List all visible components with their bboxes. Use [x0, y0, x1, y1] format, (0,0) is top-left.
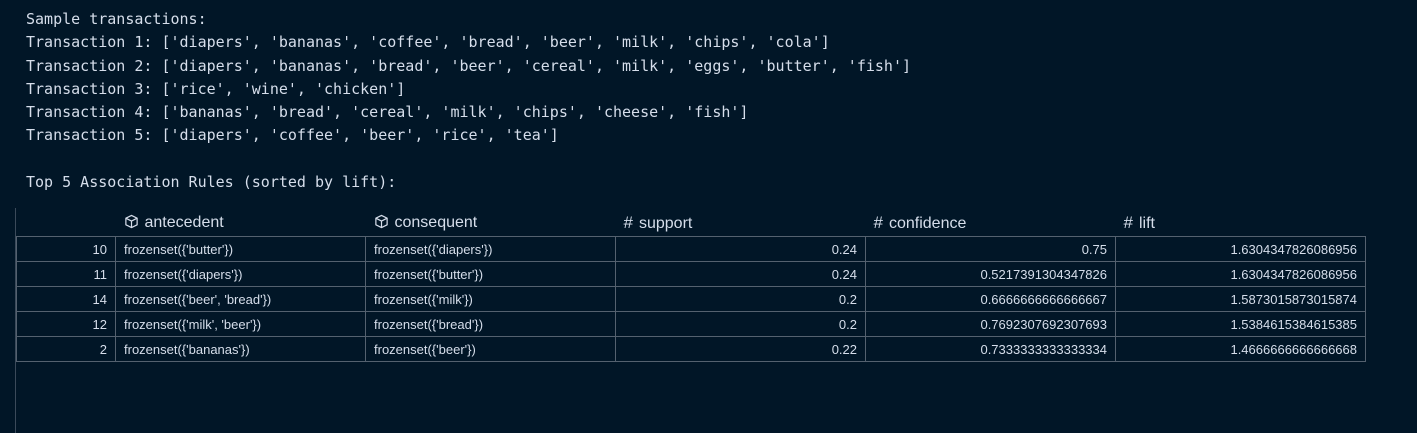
- lift-cell: 1.6304347826086956: [1115, 261, 1366, 287]
- cell-output-text: Sample transactions: Transaction 1: ['dia…: [26, 8, 911, 194]
- confidence-cell: 0.6666666666666667: [865, 286, 1116, 312]
- table-row[interactable]: 12 frozenset({'milk', 'beer'}) frozenset…: [16, 311, 1366, 337]
- transaction-line: Transaction 2: ['diapers', 'bananas', 'b…: [26, 56, 912, 75]
- object-cube-icon: [124, 214, 138, 229]
- column-label: lift: [1138, 215, 1155, 232]
- hash-icon: #: [623, 213, 633, 232]
- row-index: 2: [16, 336, 116, 362]
- lift-cell: 1.4666666666666668: [1115, 336, 1366, 362]
- column-header-confidence[interactable]: # confidence: [866, 210, 1116, 237]
- antecedent-cell: frozenset({'beer', 'bread'}): [115, 286, 366, 312]
- column-label: antecedent: [144, 214, 224, 231]
- confidence-cell: 0.7333333333333334: [865, 336, 1116, 362]
- row-index: 10: [16, 236, 116, 262]
- antecedent-cell: frozenset({'butter'}): [115, 236, 366, 262]
- transaction-line: Transaction 1: ['diapers', 'bananas', 'c…: [26, 33, 830, 52]
- lift-cell: 1.6304347826086956: [1115, 236, 1366, 262]
- consequent-cell: frozenset({'beer'}): [365, 336, 616, 362]
- table-header-row: antecedent consequent # support # confiden…: [17, 210, 1366, 237]
- column-header-consequent[interactable]: consequent: [366, 210, 616, 237]
- column-label: confidence: [888, 215, 967, 232]
- table-row[interactable]: 10 frozenset({'butter'}) frozenset({'dia…: [16, 236, 1366, 262]
- table-row[interactable]: 2 frozenset({'bananas'}) frozenset({'bee…: [16, 336, 1366, 362]
- table-row[interactable]: 14 frozenset({'beer', 'bread'}) frozense…: [16, 286, 1366, 312]
- confidence-cell: 0.7692307692307693: [865, 311, 1116, 337]
- column-header-lift[interactable]: # lift: [1116, 210, 1366, 237]
- transaction-line: Transaction 4: ['bananas', 'bread', 'cer…: [26, 103, 749, 122]
- hash-icon: #: [873, 213, 883, 232]
- antecedent-cell: frozenset({'diapers'}): [115, 261, 366, 287]
- sample-heading: Sample transactions:: [26, 10, 207, 28]
- support-cell: 0.22: [615, 336, 866, 362]
- consequent-cell: frozenset({'diapers'}): [365, 236, 616, 262]
- consequent-cell: frozenset({'butter'}): [365, 261, 616, 287]
- support-cell: 0.24: [615, 236, 866, 262]
- column-label: support: [638, 215, 693, 232]
- transaction-line: Transaction 3: ['rice', 'wine', 'chicken…: [26, 79, 406, 98]
- antecedent-cell: frozenset({'bananas'}): [115, 336, 366, 362]
- consequent-cell: frozenset({'milk'}): [365, 286, 616, 312]
- transaction-line: Transaction 5: ['diapers', 'coffee', 'be…: [26, 126, 559, 145]
- object-cube-icon: [374, 214, 388, 229]
- row-index: 11: [16, 261, 116, 287]
- support-cell: 0.2: [615, 311, 866, 337]
- index-header: [17, 210, 116, 237]
- table-row[interactable]: 11 frozenset({'diapers'}) frozenset({'bu…: [16, 261, 1366, 287]
- rules-heading: Top 5 Association Rules (sorted by lift)…: [26, 173, 397, 192]
- association-rules-table[interactable]: antecedent consequent # support # confiden…: [16, 210, 1366, 362]
- confidence-cell: 0.75: [865, 236, 1116, 262]
- lift-cell: 1.5384615384615385: [1115, 311, 1366, 337]
- support-cell: 0.24: [615, 261, 866, 287]
- consequent-cell: frozenset({'bread'}): [365, 311, 616, 337]
- support-cell: 0.2: [615, 286, 866, 312]
- row-index: 12: [16, 311, 116, 337]
- column-header-support[interactable]: # support: [616, 210, 866, 237]
- hash-icon: #: [1123, 213, 1133, 232]
- column-header-antecedent[interactable]: antecedent: [116, 210, 366, 237]
- antecedent-cell: frozenset({'milk', 'beer'}): [115, 311, 366, 337]
- lift-cell: 1.5873015873015874: [1115, 286, 1366, 312]
- row-index: 14: [16, 286, 116, 312]
- column-label: consequent: [394, 214, 478, 231]
- confidence-cell: 0.5217391304347826: [865, 261, 1116, 287]
